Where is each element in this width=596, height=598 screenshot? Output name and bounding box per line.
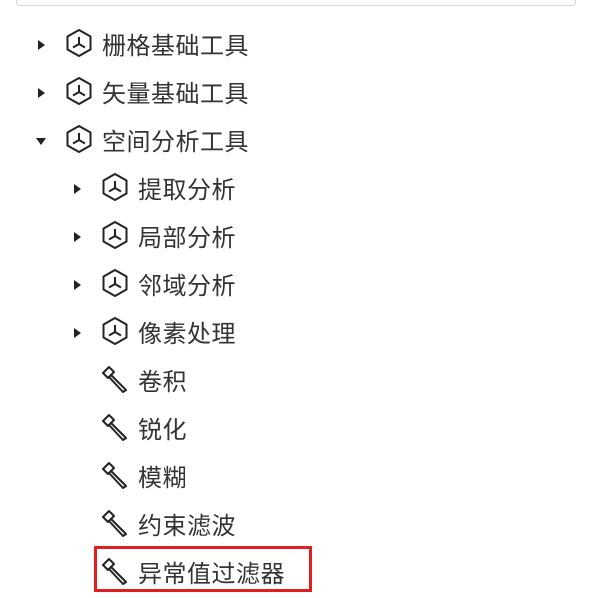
cube-icon bbox=[100, 220, 130, 250]
tree-node-label: 异常值过滤器 bbox=[138, 560, 285, 588]
tree-node-label: 局部分析 bbox=[138, 224, 236, 252]
tree-node-spatial-analysis-tools[interactable]: 空间分析工具 bbox=[0, 118, 596, 166]
tree-node-label: 像素处理 bbox=[138, 320, 236, 348]
tree-node-neighborhood-analysis[interactable]: 邻域分析 bbox=[0, 262, 596, 310]
caret-right-icon[interactable] bbox=[70, 182, 84, 196]
tool-tree: 栅格基础工具 矢量基础工具 空间分析工具 提取分析 局部分析 邻域分析 像素处理… bbox=[0, 22, 596, 598]
tree-node-outlier-filter[interactable]: 异常值过滤器 bbox=[0, 550, 596, 598]
tree-node-label: 提取分析 bbox=[138, 176, 236, 204]
tree-node-blur[interactable]: 模糊 bbox=[0, 454, 596, 502]
tree-node-local-analysis[interactable]: 局部分析 bbox=[0, 214, 596, 262]
caret-down-icon[interactable] bbox=[34, 134, 48, 148]
cube-icon bbox=[100, 316, 130, 346]
tree-node-pixel-processing[interactable]: 像素处理 bbox=[0, 310, 596, 358]
tree-node-label: 邻域分析 bbox=[138, 272, 236, 300]
caret-right-icon[interactable] bbox=[70, 230, 84, 244]
hammer-icon bbox=[100, 556, 130, 586]
caret-right-icon[interactable] bbox=[34, 38, 48, 52]
hammer-icon bbox=[100, 364, 130, 394]
tree-node-extraction-analysis[interactable]: 提取分析 bbox=[0, 166, 596, 214]
tree-node-label: 约束滤波 bbox=[138, 512, 236, 540]
tree-node-label: 模糊 bbox=[138, 464, 187, 492]
cube-icon bbox=[100, 268, 130, 298]
tree-node-convolution[interactable]: 卷积 bbox=[0, 358, 596, 406]
cube-icon bbox=[64, 124, 94, 154]
tree-node-constrained-filter[interactable]: 约束滤波 bbox=[0, 502, 596, 550]
tree-node-label: 空间分析工具 bbox=[102, 128, 249, 156]
tree-node-sharpen[interactable]: 锐化 bbox=[0, 406, 596, 454]
caret-right-icon[interactable] bbox=[70, 278, 84, 292]
hammer-icon bbox=[100, 412, 130, 442]
tree-node-label: 矢量基础工具 bbox=[102, 80, 249, 108]
tree-node-label: 栅格基础工具 bbox=[102, 32, 249, 60]
hammer-icon bbox=[100, 508, 130, 538]
tree-node-label: 卷积 bbox=[138, 368, 187, 396]
tree-node-vector-basic-tools[interactable]: 矢量基础工具 bbox=[0, 70, 596, 118]
tree-node-label: 锐化 bbox=[138, 416, 187, 444]
hammer-icon bbox=[100, 460, 130, 490]
cube-icon bbox=[100, 172, 130, 202]
cube-icon bbox=[64, 76, 94, 106]
caret-right-icon[interactable] bbox=[70, 326, 84, 340]
cube-icon bbox=[64, 28, 94, 58]
search-box[interactable] bbox=[16, 0, 576, 6]
caret-right-icon[interactable] bbox=[34, 86, 48, 100]
tree-node-raster-basic-tools[interactable]: 栅格基础工具 bbox=[0, 22, 596, 70]
